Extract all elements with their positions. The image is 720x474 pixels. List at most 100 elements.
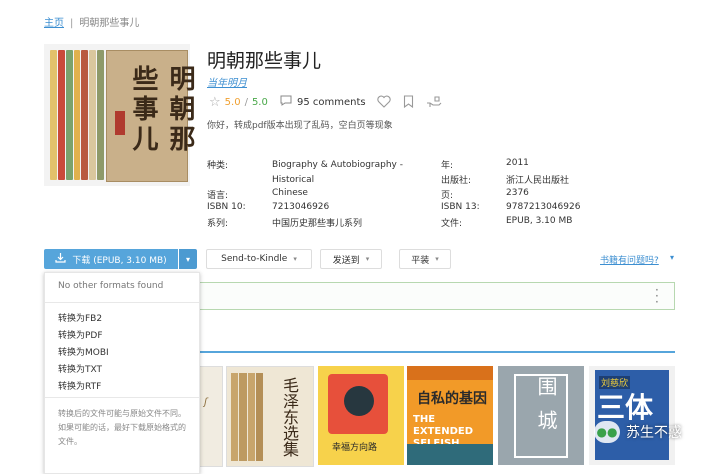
menu-item-convert-fb2[interactable]: 转换为FB2 — [58, 311, 102, 324]
cover-spine — [239, 373, 247, 461]
cover-title: 幸福方向路 — [332, 443, 378, 453]
book-cover: 明朝那些事儿 — [44, 44, 195, 186]
cover-art — [344, 386, 374, 416]
cover-title: 毛泽东选集 — [280, 377, 299, 457]
breadcrumb-separator: | — [70, 18, 74, 29]
comments-link[interactable]: 95 comments — [280, 95, 366, 110]
year-value: 2011 — [506, 158, 529, 168]
cover-spine — [50, 50, 57, 180]
watermark-text: 苏生不惑 — [626, 425, 682, 441]
cover-title: 自私的基因 — [417, 391, 487, 407]
related-book-cover[interactable]: 围城 — [498, 366, 584, 465]
cover-spine — [57, 50, 65, 180]
caret-down-icon[interactable]: ▾ — [670, 253, 674, 262]
no-formats-message: No other formats found — [58, 281, 164, 291]
menu-divider — [45, 302, 199, 303]
language-label: 语言: — [207, 191, 229, 201]
related-book-cover[interactable]: ʃ — [197, 366, 223, 467]
cover-spine — [255, 373, 263, 461]
download-dropdown-menu: No other formats found 转换为FB2 转换为PDF 转换为… — [44, 272, 200, 474]
cover-spines — [231, 373, 263, 461]
format-select-label: 平装 — [411, 255, 430, 266]
book-title: 明朝那些事儿 — [207, 50, 322, 72]
menu-item-convert-mobi[interactable]: 转换为MOBI — [58, 345, 109, 358]
download-icon — [55, 252, 66, 266]
section-divider — [197, 351, 675, 353]
cover-spine — [73, 50, 81, 180]
breadcrumb: 主页 | 明朝那些事儿 — [44, 14, 139, 29]
isbn10-label: ISBN 10: — [207, 202, 246, 212]
menu-divider — [45, 397, 199, 398]
download-label: 下载 (EPUB, 3.10 MB) — [72, 255, 167, 266]
comment-icon — [280, 95, 292, 110]
report-problem-link[interactable]: 书籍有问题吗? — [600, 253, 659, 266]
cover-band — [407, 366, 493, 380]
menu-item-convert-pdf[interactable]: 转换为PDF — [58, 328, 103, 341]
pages-label: 页: — [441, 191, 454, 201]
rating-max: 5.0 — [251, 97, 268, 108]
caret-down-icon: ▾ — [185, 254, 190, 264]
language-value: Chinese — [272, 188, 308, 198]
cover-spine — [231, 373, 239, 461]
breadcrumb-home-link[interactable]: 主页 — [44, 18, 64, 29]
category-link[interactable]: Biography & Autobiography - Historical — [272, 158, 412, 188]
author-link[interactable]: 当年明月 — [207, 74, 247, 89]
breadcrumb-current: 明朝那些事儿 — [79, 18, 140, 29]
related-book-cover[interactable]: 毛泽东选集 — [226, 366, 314, 467]
isbn13-value: 9787213046926 — [506, 202, 581, 212]
send-to-label: 发送到 — [332, 255, 360, 266]
series-value: 中国历史那些事儿系列 — [272, 219, 363, 229]
year-label: 年: — [441, 161, 454, 171]
format-select-button[interactable]: 平装 ▾ — [399, 249, 451, 269]
wechat-icon: ●● — [594, 421, 620, 443]
file-value: EPUB, 3.10 MB — [506, 216, 573, 226]
send-to-kindle-button[interactable]: Send-to-Kindle ▾ — [206, 249, 312, 269]
rating-separator: / — [244, 97, 248, 108]
send-to-kindle-label: Send-to-Kindle — [221, 254, 288, 264]
caret-down-icon: ▾ — [435, 255, 439, 263]
comments-count: 95 comments — [297, 97, 366, 108]
cover-spine — [65, 50, 73, 180]
caret-down-icon: ▾ — [293, 255, 297, 263]
cover-box: 明朝那些事儿 — [106, 50, 195, 182]
menu-item-convert-rtf[interactable]: 转换为RTF — [58, 379, 101, 392]
isbn13-label: ISBN 13: — [441, 202, 480, 212]
series-label: 系列: — [207, 219, 229, 229]
related-book-cover[interactable]: 刘慈欣 三体 — [589, 366, 675, 465]
watermark: ●● 苏生不惑 — [594, 418, 704, 446]
download-dropdown-toggle[interactable]: ▾ — [179, 249, 197, 269]
cover-spine — [81, 50, 89, 180]
category-label: 种类: — [207, 161, 229, 171]
cover-spine — [89, 50, 97, 180]
rating: ☆ 5.0 / 5.0 — [209, 95, 268, 110]
conversion-note: 转换后的文件可能与原始文件不同。如果可能的话，最好下载原始格式的文件。 — [58, 409, 186, 446]
publisher-value: 浙江人民出版社 — [506, 176, 570, 186]
download-button[interactable]: 下载 (EPUB, 3.10 MB) — [44, 249, 178, 269]
cover-title: 明朝那些事儿 — [128, 65, 195, 155]
file-label: 文件: — [441, 219, 463, 229]
heart-icon[interactable] — [377, 93, 391, 112]
share-hand-icon[interactable] — [426, 93, 442, 112]
cover-glyph: ʃ — [204, 397, 208, 408]
publisher-label: 出版社: — [441, 176, 472, 186]
cover-spine — [97, 50, 105, 180]
cover-seal — [115, 111, 125, 135]
bookmark-icon[interactable] — [403, 93, 414, 112]
pages-value: 2376 — [506, 188, 529, 198]
isbn10-value: 7213046926 — [272, 202, 330, 212]
caret-down-icon: ▾ — [365, 255, 370, 263]
cover-title: 围城 — [534, 376, 558, 444]
related-book-cover[interactable]: 自私的基因 THE EXTENDED SELFISH GENE — [407, 366, 493, 465]
rating-value: 5.0 — [224, 97, 241, 108]
send-to-button[interactable]: 发送到 ▾ — [320, 249, 382, 269]
cover-spines — [50, 50, 105, 180]
comment-box[interactable] — [197, 282, 675, 310]
menu-item-convert-txt[interactable]: 转换为TXT — [58, 362, 102, 375]
cover-band — [407, 444, 493, 465]
book-actions — [377, 93, 442, 112]
cover-spine — [247, 373, 255, 461]
related-book-cover[interactable]: 幸福方向路 — [318, 366, 404, 465]
more-options-icon[interactable]: · · · — [655, 284, 659, 308]
star-icon[interactable]: ☆ — [209, 95, 221, 110]
book-description: 你好，转成pdf版本出现了乱码，空白页等现象 — [207, 121, 393, 131]
